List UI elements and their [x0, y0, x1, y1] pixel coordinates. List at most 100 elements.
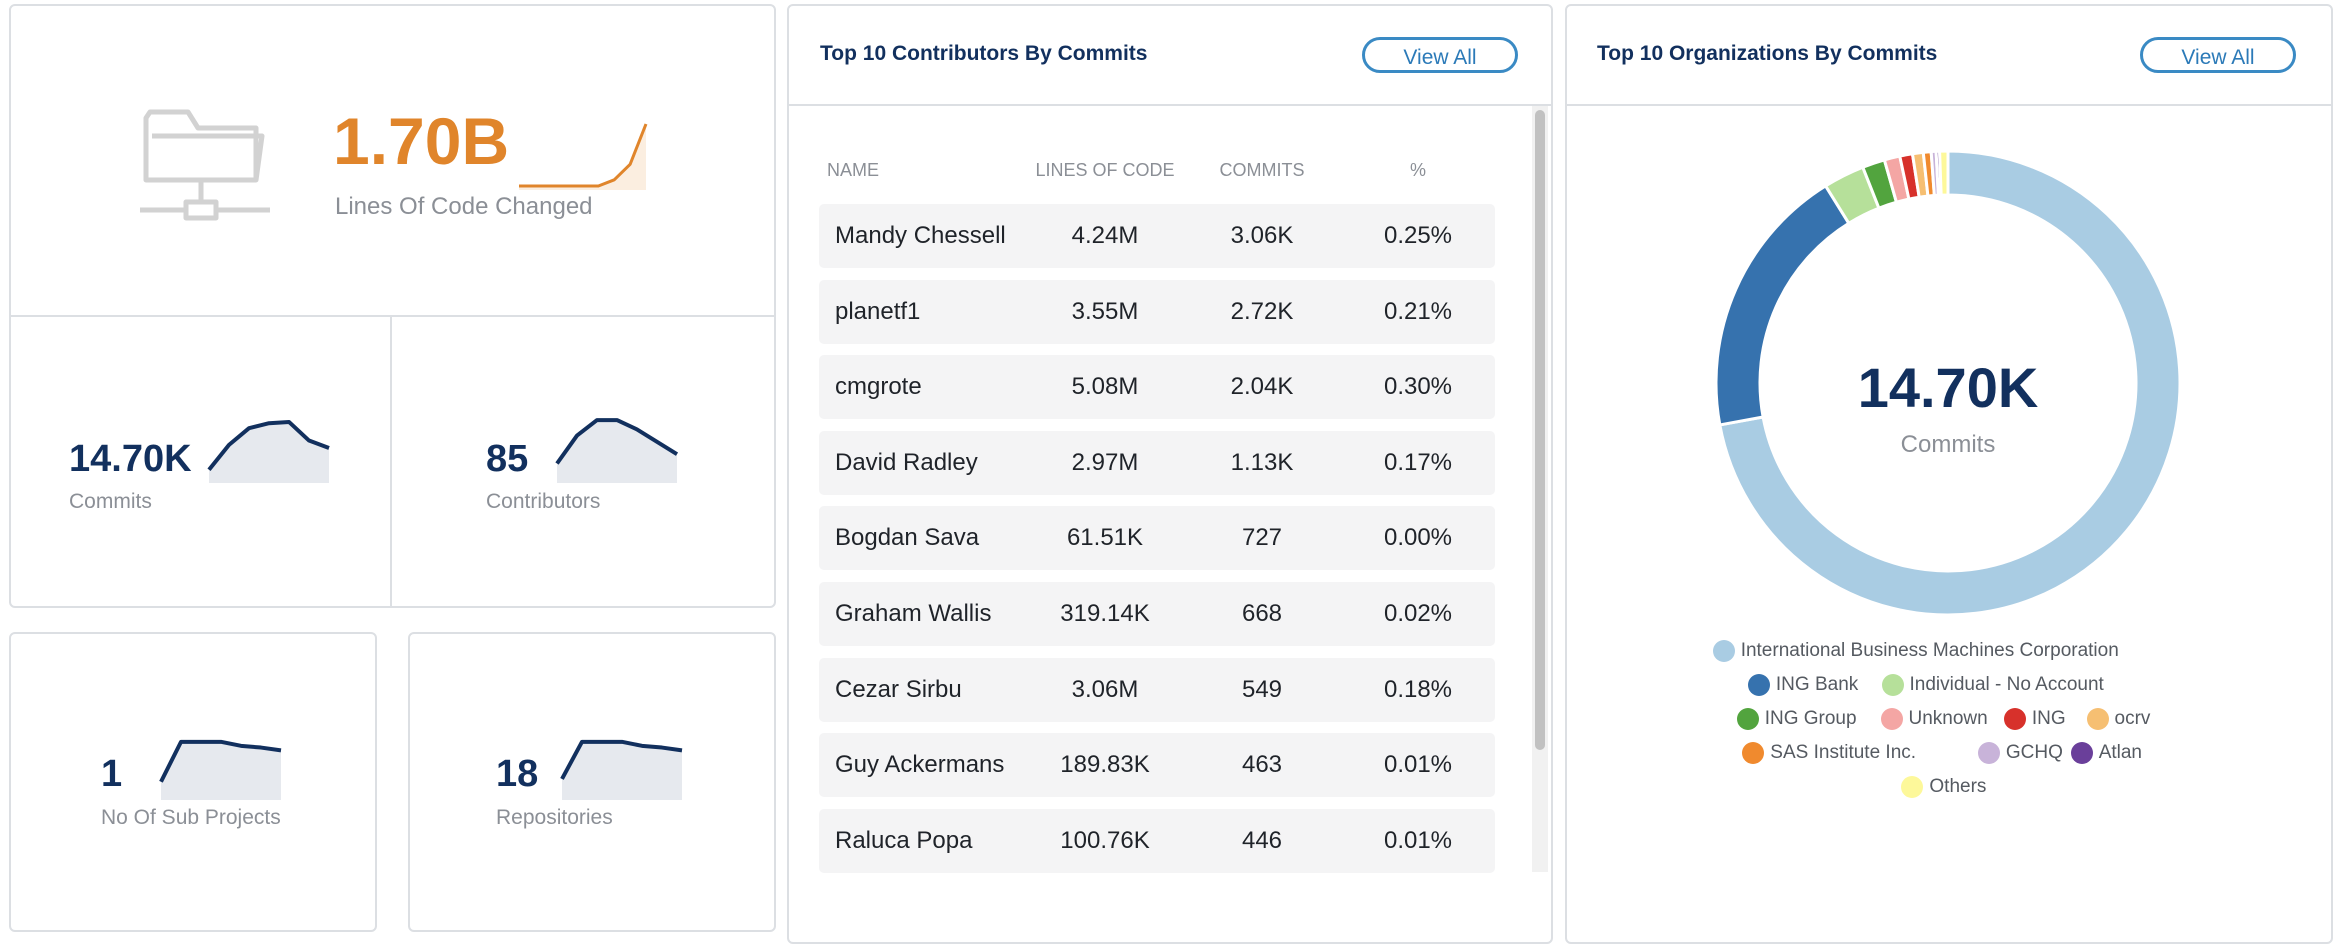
- repos-sparkline: [560, 739, 683, 800]
- loc-sparkline: [519, 123, 648, 190]
- legend-item[interactable]: ING Bank: [1747, 674, 1859, 696]
- contributors-label: Contributors: [486, 490, 601, 513]
- sparkline-area: [557, 420, 677, 483]
- row-commits-cell: 727: [1241, 524, 1283, 552]
- legend-item[interactable]: SAS Institute Inc.: [1742, 742, 1916, 764]
- table-row[interactable]: Guy Ackermans 189.83K 463 0.01%: [819, 733, 1495, 798]
- table-row[interactable]: cmgrote 5.08M 2.04K 0.30%: [819, 355, 1495, 420]
- row-name-cell: cmgrote: [835, 373, 922, 401]
- row-percent-cell: 0.21%: [1383, 297, 1453, 325]
- row-percent-cell: 0.18%: [1383, 675, 1453, 703]
- row-percent-cell: 0.01%: [1383, 751, 1453, 779]
- legend-label: Unknown: [1908, 708, 1988, 730]
- legend-item[interactable]: Individual - No Account: [1881, 674, 2104, 696]
- row-percent-cell: 0.00%: [1383, 524, 1453, 552]
- table-row[interactable]: planetf1 3.55M 2.72K 0.21%: [819, 279, 1495, 344]
- row-loc-cell: 3.55M: [1071, 297, 1139, 325]
- row-loc-cell: 4.24M: [1071, 222, 1139, 249]
- table-row[interactable]: Mandy Chessell 4.24M 3.06K 0.25%: [819, 204, 1495, 268]
- repos-label: Repositories: [496, 806, 613, 829]
- table-row[interactable]: Bogdan Sava 61.51K 727 0.00%: [819, 506, 1495, 571]
- row-loc-cell: 61.51K: [1066, 524, 1144, 552]
- row-loc-cell: 319.14K: [1060, 600, 1150, 627]
- subprojects-value: 1: [101, 753, 123, 795]
- row-name-cell: Cezar Sirbu: [835, 675, 962, 703]
- row-name-cell: Mandy Chessell: [835, 222, 1006, 249]
- legend-label: Individual - No Account: [1909, 674, 2104, 696]
- legend-label: SAS Institute Inc.: [1770, 742, 1917, 764]
- commits-value: 14.70K: [69, 438, 192, 480]
- row-name-cell: Raluca Popa: [835, 826, 973, 854]
- col-header-percent: %: [1409, 160, 1426, 180]
- row-percent-cell: 0.25%: [1383, 222, 1453, 249]
- legend-swatch: [2003, 708, 2026, 730]
- legend-swatch: [2070, 742, 2093, 764]
- row-commits-cell: 2.72K: [1230, 297, 1294, 325]
- legend-label: International Business Machines Corporat…: [1740, 640, 2119, 662]
- folder-network-icon: [130, 98, 280, 228]
- row-percent-cell: 0.30%: [1383, 373, 1453, 401]
- legend-swatch: [1742, 742, 1765, 764]
- legend-swatch: [1881, 674, 1904, 696]
- card-divider-horizontal: [9, 315, 776, 317]
- sparkline-area: [519, 124, 646, 190]
- legend-item[interactable]: Unknown: [1880, 708, 1988, 730]
- legend-item[interactable]: Others: [1901, 776, 1986, 798]
- legend-label: Others: [1929, 776, 1987, 798]
- table-row[interactable]: Raluca Popa 100.76K 446 0.01%: [819, 808, 1495, 873]
- sparkline-area: [209, 421, 329, 483]
- legend-item[interactable]: International Business Machines Corporat…: [1712, 640, 2119, 662]
- row-commits-cell: 2.04K: [1230, 373, 1294, 401]
- row-commits-cell: 668: [1241, 600, 1283, 627]
- legend-swatch: [1747, 674, 1770, 696]
- legend-item[interactable]: ING Group: [1736, 708, 1857, 730]
- row-percent-cell: 0.02%: [1383, 600, 1453, 627]
- table-row[interactable]: Graham Wallis 319.14K 668 0.02%: [819, 582, 1495, 646]
- row-commits-cell: 549: [1241, 675, 1283, 703]
- repos-value: 18: [496, 753, 539, 795]
- commits-sparkline: [207, 419, 330, 483]
- legend-swatch: [1712, 640, 1735, 662]
- legend-label: ING Bank: [1775, 674, 1859, 696]
- legend-label: GCHQ: [2005, 742, 2063, 764]
- card-divider-vertical: [390, 315, 392, 608]
- table-scrollbar-thumb[interactable]: [1535, 110, 1545, 750]
- row-commits-cell: 1.13K: [1230, 448, 1294, 476]
- donut-slice[interactable]: [1938, 149, 1950, 197]
- organizations-view-all-button[interactable]: View All: [2140, 37, 2296, 73]
- donut-center-value: 14.70K: [1857, 356, 2039, 419]
- donut-center-label: Commits: [1900, 431, 1996, 458]
- row-name-cell: Bogdan Sava: [835, 524, 980, 552]
- loc-card: [9, 4, 776, 608]
- loc-value: 1.70B: [333, 104, 510, 178]
- legend-item[interactable]: GCHQ: [1977, 742, 2063, 764]
- row-loc-cell: 189.83K: [1060, 751, 1150, 779]
- row-commits-cell: 446: [1241, 826, 1283, 854]
- row-name-cell: Graham Wallis: [835, 600, 992, 627]
- legend-label: ING Group: [1764, 708, 1857, 730]
- legend-label: ocrv: [2114, 708, 2151, 730]
- row-commits-cell: 463: [1241, 751, 1283, 779]
- sparkline-area: [562, 741, 682, 800]
- legend-item[interactable]: Atlan: [2070, 742, 2142, 764]
- table-row[interactable]: Cezar Sirbu 3.06M 549 0.18%: [819, 657, 1495, 722]
- legend-label: Atlan: [2098, 742, 2142, 764]
- row-commits-cell: 3.06K: [1230, 222, 1294, 249]
- legend-swatch: [1977, 742, 2000, 764]
- col-header-loc: LINES OF CODE: [1035, 160, 1175, 180]
- legend-item[interactable]: ING: [2003, 708, 2066, 730]
- organizations-header-divider: [1565, 104, 2333, 106]
- table-row[interactable]: David Radley 2.97M 1.13K 0.17%: [819, 430, 1495, 495]
- legend-item[interactable]: ocrv: [2086, 708, 2151, 730]
- legend-swatch: [1736, 708, 1759, 730]
- legend-swatch: [2086, 708, 2109, 730]
- row-percent-cell: 0.01%: [1383, 826, 1453, 854]
- contributors-header-divider: [787, 104, 1553, 106]
- row-loc-cell: 5.08M: [1071, 373, 1139, 401]
- legend-label: ING: [2031, 708, 2066, 730]
- row-percent-cell: 0.17%: [1383, 448, 1453, 476]
- contributors-view-all-button[interactable]: View All: [1362, 37, 1518, 73]
- contributors-sparkline: [555, 418, 679, 483]
- contributors-panel-title: Top 10 Contributors By Commits: [820, 42, 1148, 65]
- contributors-value: 85: [486, 438, 529, 480]
